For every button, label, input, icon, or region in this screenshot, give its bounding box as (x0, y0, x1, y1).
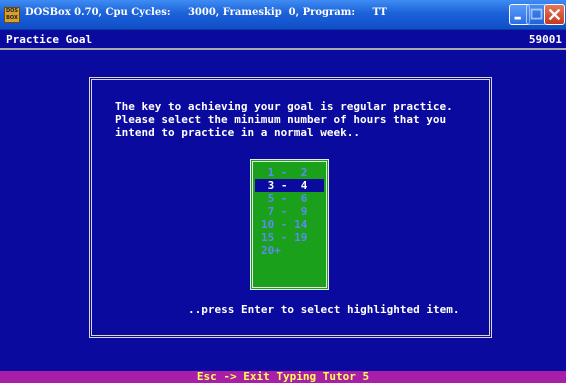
hours-option-list[interactable]: 1 - 2 3 - 4 5 - 6 7 - 9 10 - 14 15 - 19 … (250, 159, 329, 290)
screen-header: Practice Goal 59001 (0, 30, 566, 50)
dos-screen[interactable]: Practice Goal 59001 The key to achieving… (0, 30, 566, 383)
screen-title: Practice Goal (6, 33, 93, 46)
close-icon (548, 8, 561, 21)
intro-line: intend to practice in a normal week.. (115, 126, 361, 139)
enter-prompt: ..press Enter to select highlighted item… (188, 303, 460, 316)
hours-option-3-4[interactable]: 3 - 4 (255, 179, 324, 192)
hours-option-15-19[interactable]: 15 - 19 (255, 231, 324, 244)
intro-line: The key to achieving your goal is regula… (115, 100, 453, 113)
intro-line: Please select the minimum number of hour… (115, 113, 447, 126)
hours-option-20-plus[interactable]: 20+ (255, 244, 324, 257)
hours-option-5-6[interactable]: 5 - 6 (255, 192, 324, 205)
dosbox-app-icon: DOS BOX (4, 7, 20, 23)
hours-option-10-14[interactable]: 10 - 14 (255, 218, 324, 231)
footer-status-bar: Esc -> Exit Typing Tutor 5 (0, 371, 566, 383)
hours-option-7-9[interactable]: 7 - 9 (255, 205, 324, 218)
practice-goal-dialog: The key to achieving your goal is regula… (89, 77, 492, 338)
window-title: DOSBox 0.70, Cpu Cycles: 3000, Frameskip… (25, 7, 387, 18)
window-titlebar[interactable]: DOS BOX DOSBox 0.70, Cpu Cycles: 3000, F… (0, 0, 566, 30)
screen-code: 59001 (528, 33, 562, 46)
intro-text: The key to achieving your goal is regula… (115, 100, 485, 139)
close-button[interactable] (544, 4, 565, 25)
hours-option-1-2[interactable]: 1 - 2 (255, 166, 324, 179)
